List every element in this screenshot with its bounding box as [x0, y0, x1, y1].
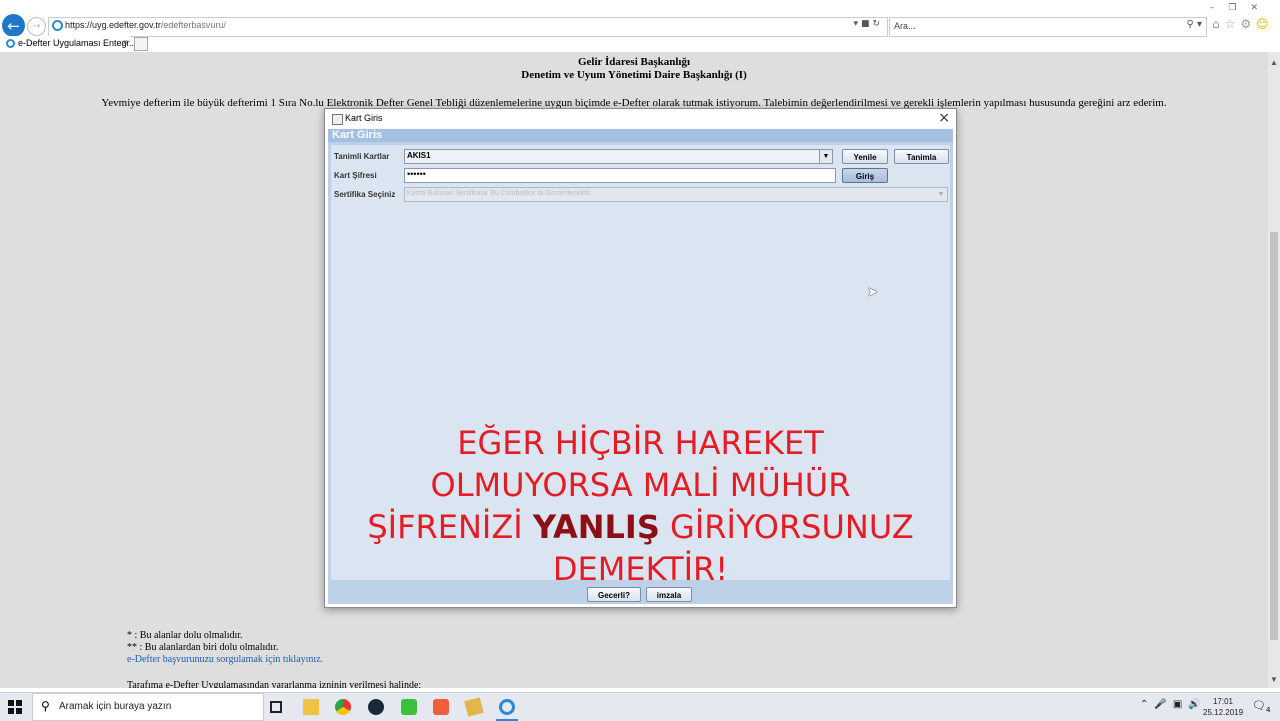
network-icon[interactable]: ▣ — [1173, 699, 1188, 710]
microphone-icon[interactable]: 🎤 — [1154, 699, 1172, 710]
sign-button[interactable]: imzala — [646, 587, 692, 602]
dialog-header-text: Kart Giris — [332, 129, 383, 141]
tag-app-icon[interactable] — [464, 697, 484, 717]
cert-label: Sertifika Seçiniz — [334, 190, 396, 199]
certificate-select: Kartta Bulunan Sertifikalar Bu ComboBox … — [404, 187, 948, 202]
taskbar-search-placeholder: Aramak için buraya yazın — [59, 701, 172, 712]
clock-date: 25.12.2019 — [1203, 708, 1244, 717]
chevron-down-icon[interactable]: ▼ — [819, 150, 832, 163]
warning-line-4: DEMEKTİR! — [552, 550, 729, 588]
clock-time: 17:01 — [1212, 697, 1234, 706]
warning-line-2: OLMUYORSA MALİ MÜHÜR — [430, 466, 851, 504]
note-required: * : Bu alanlar dolu olmalıdır. — [127, 630, 243, 641]
tab-edefter[interactable]: e-Defter Uygulaması Entegr... × — [2, 36, 137, 52]
search-box[interactable]: Ara... ⚲ ▾ — [889, 17, 1207, 37]
java-app-icon — [332, 114, 343, 125]
window-controls[interactable]: –❐✕ — [1210, 3, 1272, 13]
system-tray[interactable]: ⌃🎤▣🔊 — [1140, 699, 1207, 710]
camtasia-icon[interactable] — [401, 699, 417, 715]
query-application-link[interactable]: e-Defter başvurunuzu sorgulamak için tık… — [127, 654, 421, 666]
chrome-icon[interactable] — [335, 699, 351, 715]
new-tab-button[interactable] — [134, 37, 148, 51]
dialog-header: Kart Giris — [328, 129, 953, 142]
dialog-title: Kart Giris — [345, 113, 383, 123]
windows-start-icon[interactable] — [8, 700, 22, 714]
ie-tab-icon — [6, 39, 15, 48]
org-title: Gelir İdaresi Başkanlığı — [577, 56, 691, 68]
cert-placeholder: Kartta Bulunan Sertifikalar Bu ComboBox … — [407, 190, 592, 197]
tab-row: e-Defter Uygulaması Entegr... × — [0, 36, 1280, 53]
home-icon[interactable]: ⌂ — [1212, 17, 1225, 31]
app-c-icon[interactable] — [433, 699, 449, 715]
card-select[interactable]: AKIS1 ▼ — [404, 149, 833, 164]
favorites-star-icon[interactable]: ☆ — [1225, 17, 1241, 31]
check-validity-button[interactable]: Gecerli? — [587, 587, 641, 602]
feedback-smiley-icon[interactable]: ☺ — [1256, 17, 1274, 31]
pin-input[interactable]: •••••• — [404, 168, 836, 183]
dept-title: Denetim ve Uyum Yönetimi Daire Başkanlığ… — [521, 69, 747, 81]
dialog-panel: Tanimli Kartlar Kart Şifresi Sertifika S… — [331, 145, 950, 588]
forward-arrow-icon[interactable]: → — [27, 17, 46, 36]
define-button[interactable]: Tanimla — [894, 149, 949, 164]
search-icon: ⚲ — [41, 699, 50, 713]
dialog-close-icon[interactable]: × — [938, 110, 950, 126]
selected-card: AKIS1 — [407, 151, 431, 160]
close-window-icon[interactable]: ✕ — [1250, 3, 1272, 13]
pin-label: Kart Şifresi — [334, 171, 377, 180]
tab-title: e-Defter Uygulaması Entegr... — [18, 38, 137, 48]
refresh-button[interactable]: Yenile — [842, 149, 888, 164]
notification-icon[interactable]: 🗨4 — [1252, 699, 1270, 714]
dialog-body: Kart Giris Tanimli Kartlar Kart Şifresi … — [328, 129, 953, 604]
login-button[interactable]: Giriş — [842, 168, 888, 183]
scroll-down-icon[interactable]: ▼ — [1270, 675, 1278, 684]
search-placeholder: Ara... — [894, 21, 916, 31]
file-explorer-icon[interactable] — [303, 699, 319, 715]
taskbar-search[interactable]: ⚲ Aramak için buraya yazın — [32, 693, 264, 721]
minimize-icon[interactable]: – — [1210, 3, 1229, 13]
browser-right-buttons[interactable]: ⌂☆⚙☺ — [1212, 17, 1274, 31]
steam-icon[interactable] — [368, 699, 384, 715]
search-icon[interactable]: ⚲ ▾ — [1186, 19, 1202, 30]
back-arrow-icon[interactable]: ← — [2, 14, 25, 37]
page-scrollbar[interactable]: ▲ ▼ — [1268, 52, 1280, 688]
cards-label: Tanimli Kartlar — [334, 152, 390, 161]
footer-notes: * : Bu alanlar dolu olmalıdır. ** : Bu a… — [127, 630, 421, 688]
dialog-titlebar[interactable]: Kart Giris × — [325, 109, 956, 129]
mouse-cursor-icon: ➤ — [867, 285, 878, 300]
lock-refresh-icons[interactable]: ▾■↻ — [853, 19, 883, 29]
address-bar[interactable]: https://uyg.edefter.gov.tr/edefterbasvur… — [48, 17, 888, 37]
clock[interactable]: 17:01 25.12.2019 — [1203, 696, 1243, 718]
settings-gear-icon[interactable]: ⚙ — [1240, 17, 1256, 31]
scroll-up-icon[interactable]: ▲ — [1270, 58, 1278, 67]
warning-overlay-text: EĞER HİÇBİR HAREKET OLMUYORSA MALİ MÜHÜR… — [331, 422, 950, 590]
ie-favicon-icon — [52, 20, 63, 31]
consent-text: Tarafıma e-Defter Uygulamasından yararla… — [127, 680, 422, 688]
taskbar: ⚲ Aramak için buraya yazın ⌃🎤▣🔊 17:01 25… — [0, 692, 1280, 721]
tab-close-icon[interactable]: × — [123, 37, 128, 47]
chevron-down-icon: ▼ — [937, 191, 945, 198]
warning-line-3: ŞİFRENİZİ YANLIŞ GİRİYORSUNUZ — [367, 508, 914, 546]
chevron-up-icon[interactable]: ⌃ — [1140, 699, 1154, 710]
internet-explorer-icon[interactable] — [499, 699, 515, 715]
task-view-icon[interactable] — [270, 701, 282, 713]
url-text[interactable]: https://uyg.edefter.gov.tr/edefterbasvur… — [65, 20, 226, 30]
browser-toolbar: ← → https://uyg.edefter.gov.tr/edefterba… — [0, 0, 1280, 53]
warning-line-1: EĞER HİÇBİR HAREKET — [457, 424, 824, 462]
card-login-dialog: Kart Giris × Kart Giris Tanimli Kartlar … — [324, 108, 957, 608]
note-one-required: ** : Bu alanlardan biri dolu olmalıdır. — [127, 642, 279, 653]
notification-count: 4 — [1265, 706, 1271, 715]
restore-icon[interactable]: ❐ — [1228, 3, 1250, 13]
scroll-thumb[interactable] — [1270, 232, 1278, 640]
warning-emphasis: YANLIŞ — [532, 508, 660, 546]
pin-value: •••••• — [407, 169, 426, 179]
